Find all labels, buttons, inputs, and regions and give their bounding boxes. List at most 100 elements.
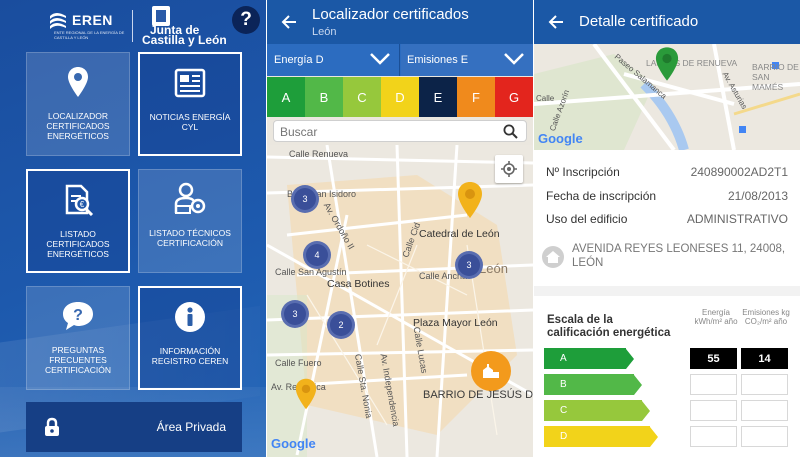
google-logo: Google — [271, 436, 316, 451]
info-row-uso: Uso del edificio ADMINISTRATIVO — [546, 212, 788, 226]
emissions-value-cell: 14 — [741, 348, 788, 369]
private-area-label: Área Privada — [156, 420, 226, 434]
scale-bar-tip — [650, 426, 658, 447]
map-pin-marker-icon — [655, 47, 679, 81]
grade-option-a[interactable]: A — [267, 77, 305, 117]
map-screen: Localizador certificados León Energía D … — [267, 0, 533, 457]
map-cluster-marker[interactable]: 2 — [327, 311, 355, 339]
map-cluster-marker[interactable]: 3 — [281, 300, 309, 328]
help-button[interactable]: ? — [232, 6, 260, 34]
technician-badge-icon — [173, 180, 207, 218]
map-category-marker[interactable] — [471, 351, 511, 391]
tile-label: LISTADO TÉCNICOS CERTIFICACIÓN — [149, 228, 231, 248]
arrow-left-icon — [281, 15, 296, 29]
tile-listado-tecnicos[interactable]: LISTADO TÉCNICOS CERTIFICACIÓN — [138, 169, 242, 273]
eren-logo: EREN ENTE REGIONAL DE LA ENERGÍA DE CAST… — [48, 10, 128, 42]
scale-bar-d: D — [544, 426, 658, 447]
header-logos: EREN ENTE REGIONAL DE LA ENERGÍA DE CAST… — [48, 4, 258, 47]
screen-title: Localizador certificados — [312, 6, 469, 23]
tile-noticias[interactable]: NOTICIAS ENERGÍA CyL — [138, 52, 242, 156]
junta-logo-text: Junta de Castilla y León — [142, 24, 242, 47]
emissions-column-header: Emisiones kg CO₂/m² año — [742, 308, 790, 326]
junta-line-2: Castilla y León — [142, 33, 227, 47]
back-button[interactable] — [544, 10, 568, 34]
map-street-label: Calle — [536, 94, 555, 103]
certificate-search-icon: € — [61, 181, 95, 219]
map-area-label: BARRIO DE SAN MAMÉS — [752, 62, 799, 92]
chevron-down-icon — [504, 53, 524, 65]
scale-bar-label: D — [544, 426, 650, 447]
chevron-down-icon — [370, 53, 390, 65]
search-input[interactable] — [280, 124, 500, 140]
map-cluster-marker[interactable]: 3 — [291, 185, 319, 213]
info-row-inscripcion: Nº Inscripción 240890002AD2T1 — [546, 165, 788, 179]
grade-option-e[interactable]: E — [419, 77, 457, 117]
house-icon — [542, 246, 564, 268]
map-cluster-marker[interactable]: 4 — [303, 241, 331, 269]
scale-bar-label: C — [544, 400, 642, 421]
location-map[interactable]: LAS TAS DE RENUEVA BARRIO DE SAN MAMÉS P… — [534, 44, 800, 150]
app-bar: Detalle certificado — [534, 0, 800, 44]
map-cluster-marker[interactable]: 3 — [455, 251, 483, 279]
scale-title: Escala de la calificación energética — [547, 314, 671, 339]
crosshair-icon — [501, 161, 517, 177]
back-button[interactable] — [277, 10, 301, 34]
google-wordmark: Google — [271, 436, 316, 451]
emissions-filter-dropdown[interactable]: Emisiones E — [401, 44, 533, 76]
map-street-label: Calle Renueva — [289, 149, 349, 159]
map-pin-marker-icon[interactable] — [457, 181, 483, 219]
grade-option-f[interactable]: F — [457, 77, 495, 117]
tile-label: INFORMACIÓN REGISTRO CEREN — [151, 346, 229, 366]
scale-bar-b: B — [544, 374, 642, 395]
tile-label: NOTICIAS ENERGÍA CyL — [149, 112, 231, 132]
info-label: Nº Inscripción — [546, 165, 620, 179]
svg-text:€: € — [80, 200, 85, 209]
svg-text:?: ? — [73, 307, 83, 324]
app-bar: Localizador certificados León — [267, 0, 533, 44]
energy-filter-value: Energía D — [274, 54, 324, 66]
eren-wordmark: EREN — [72, 12, 113, 28]
tile-localizador[interactable]: LOCALIZADOR CERTIFICADOS ENERGÉTICOS — [26, 52, 130, 156]
screen-title: Detalle certificado — [579, 13, 699, 30]
map-pin-marker-icon[interactable] — [295, 377, 317, 411]
info-value: 240890002AD2T1 — [690, 165, 788, 179]
grade-selector: ABCDEFG — [267, 77, 533, 117]
tile-preguntas[interactable]: ? PREGUNTAS FRECUENTES CERTIFICACIÓN — [26, 286, 130, 390]
eren-subtitle: ENTE REGIONAL DE LA ENERGÍA DE CASTILLA … — [54, 30, 125, 40]
grade-option-b[interactable]: B — [305, 77, 343, 117]
screen-subtitle: León — [312, 26, 337, 38]
detail-screen: Detalle certificado LAS TAS DE RENUEVA B… — [534, 0, 800, 457]
private-area-button[interactable]: Área Privada — [26, 402, 242, 452]
energy-value-cell: 55 — [690, 348, 737, 369]
tile-label: PREGUNTAS FRECUENTES CERTIFICACIÓN — [45, 345, 111, 375]
tile-informacion[interactable]: INFORMACIÓN REGISTRO CEREN — [138, 286, 242, 390]
filter-bar: Energía D Emisiones E — [267, 44, 533, 76]
info-label: Fecha de inscripción — [546, 189, 657, 203]
emissions-value-cell — [741, 374, 788, 395]
tile-listado-certificados[interactable]: € LISTADO CERTIFICADOS ENERGÉTICOS — [26, 169, 130, 273]
grade-option-d[interactable]: D — [381, 77, 419, 117]
map-street-label: Calle Fuero — [275, 358, 322, 368]
scale-bar-label: A — [544, 348, 626, 369]
google-logo: Google — [538, 131, 583, 146]
lock-icon — [45, 417, 59, 436]
grade-option-g[interactable]: G — [495, 77, 533, 117]
energy-value-cell — [690, 400, 737, 421]
energy-filter-dropdown[interactable]: Energía D — [267, 44, 400, 76]
energy-column-header: Energía kWh/m² año — [694, 308, 738, 326]
search-bar[interactable] — [273, 120, 527, 142]
search-icon[interactable] — [503, 124, 518, 139]
my-location-button[interactable] — [495, 155, 523, 183]
info-label: Uso del edificio — [546, 212, 628, 226]
question-bubble-icon: ? — [61, 297, 95, 335]
church-icon — [483, 364, 499, 378]
logo-divider — [132, 10, 133, 42]
grade-option-c[interactable]: C — [343, 77, 381, 117]
map-area-label: BARRIO DE JESÚS DIVINO OBRERO — [423, 389, 533, 401]
map-street-label: Calle San Agustín — [275, 267, 347, 277]
scale-bar-a: A — [544, 348, 634, 369]
map-view[interactable]: Calle Renueva B. de San Isidoro Catedral… — [267, 145, 533, 457]
location-pin-icon — [67, 63, 89, 101]
map-poi-label: Casa Botines — [327, 278, 390, 290]
google-wordmark: Google — [538, 131, 583, 146]
